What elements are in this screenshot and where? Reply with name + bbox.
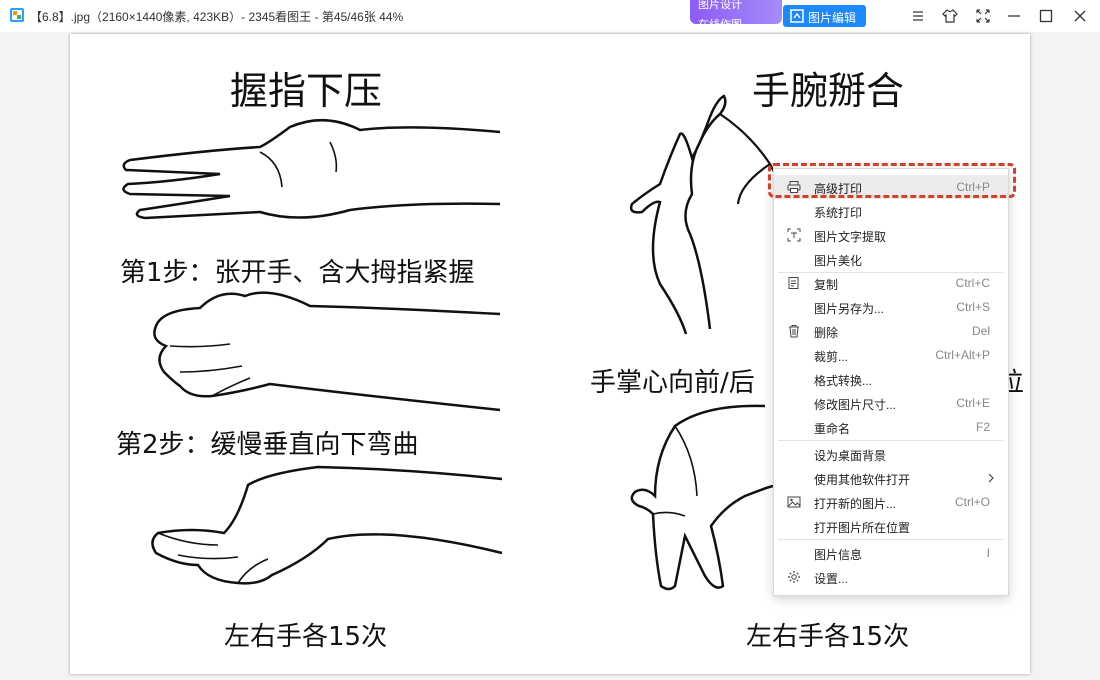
menu-item-system-print[interactable]: 系统打印 xyxy=(774,199,1008,223)
menu-separator xyxy=(778,539,1004,540)
menu-item-label: 打开图片所在位置 xyxy=(814,521,911,535)
app-logo-icon xyxy=(10,8,24,22)
menu-item-save-as[interactable]: 图片另存为... Ctrl+S xyxy=(774,295,1008,319)
menu-icon xyxy=(913,11,923,21)
menu-item-shortcut: I xyxy=(986,546,990,560)
copy-icon xyxy=(788,277,799,289)
menu-button[interactable] xyxy=(906,4,930,28)
menu-item-beautify[interactable]: 图片美化 xyxy=(774,247,1008,271)
context-menu: 高级打印 Ctrl+P 系统打印 图片文字提取 图片美化 复制 Ctrl+C 图… xyxy=(773,168,1009,596)
bent-wrist-illustration xyxy=(151,465,503,585)
menu-item-label: 格式转换... xyxy=(814,374,873,388)
menu-item-settings[interactable]: 设置... xyxy=(774,565,1008,589)
image-icon xyxy=(787,496,801,508)
menu-item-label: 图片文字提取 xyxy=(814,230,887,244)
open-hand-illustration xyxy=(122,118,501,220)
ocr-icon xyxy=(787,228,801,242)
menu-item-label: 修改图片尺寸... xyxy=(814,398,897,412)
menu-item-shortcut: Ctrl+Alt+P xyxy=(935,348,990,362)
image-edit-label: 图片编辑 xyxy=(808,11,857,25)
window-title: 【6.8】.jpg（2160×1440像素, 423KB）- 2345看图王 -… xyxy=(30,10,404,24)
promo-banner[interactable]: 图片设计 在线作图 xyxy=(690,0,782,24)
maximize-icon xyxy=(1039,9,1053,23)
menu-item-label: 设置... xyxy=(814,572,849,586)
right-repeat-caption: 左右手各15次 xyxy=(746,622,910,652)
menu-item-shortcut: F2 xyxy=(975,420,990,434)
menu-item-shortcut: Ctrl+O xyxy=(954,495,990,509)
menu-item-label: 复制 xyxy=(814,278,839,292)
menu-separator xyxy=(778,440,1004,441)
minimize-icon xyxy=(1008,15,1020,17)
right-caption-start: 手掌心向前/后 xyxy=(590,368,755,398)
menu-item-label: 打开新的图片... xyxy=(814,497,897,511)
maximize-button[interactable] xyxy=(1034,4,1058,28)
menu-item-convert-format[interactable]: 格式转换... xyxy=(774,367,1008,391)
step1-caption: 第1步：张开手、含大拇指紧握 xyxy=(120,258,475,288)
menu-item-label: 图片信息 xyxy=(814,548,863,562)
menu-item-open-location[interactable]: 打开图片所在位置 xyxy=(774,514,1008,538)
close-button[interactable] xyxy=(1068,4,1092,28)
menu-item-label: 删除 xyxy=(814,326,839,340)
chevron-right-icon xyxy=(988,473,994,483)
image-edit-button[interactable]: 图片编辑 xyxy=(783,5,866,27)
menu-item-resize[interactable]: 修改图片尺寸... Ctrl+E xyxy=(774,391,1008,415)
left-repeat-caption: 左右手各15次 xyxy=(224,622,388,652)
close-icon xyxy=(1074,10,1086,22)
minimize-button[interactable] xyxy=(1002,4,1026,28)
menu-item-open-new-image[interactable]: 打开新的图片... Ctrl+O xyxy=(774,490,1008,514)
menu-item-shortcut: Ctrl+E xyxy=(956,396,990,410)
menu-item-label: 重命名 xyxy=(814,422,851,436)
left-heading: 握指下压 xyxy=(230,69,383,113)
skin-button[interactable] xyxy=(938,4,962,28)
skin-icon xyxy=(942,9,958,23)
fist-illustration xyxy=(153,291,501,412)
menu-item-copy[interactable]: 复制 Ctrl+C xyxy=(774,271,1008,295)
menu-item-open-with[interactable]: 使用其他软件打开 xyxy=(774,466,1008,490)
menu-item-label: 使用其他软件打开 xyxy=(814,473,911,487)
title-bar: 【6.8】.jpg（2160×1440像素, 423KB）- 2345看图王 -… xyxy=(0,0,1100,32)
menu-item-label: 图片另存为... xyxy=(814,302,885,316)
menu-item-shortcut: Del xyxy=(971,324,990,338)
fullscreen-button[interactable] xyxy=(971,4,995,28)
fullscreen-icon xyxy=(976,9,990,23)
edit-frame-icon xyxy=(790,9,804,23)
wrist-stretch-down-illustration xyxy=(630,404,774,591)
menu-item-rename[interactable]: 重命名 F2 xyxy=(774,415,1008,439)
trash-icon xyxy=(789,325,799,338)
menu-item-ocr[interactable]: 图片文字提取 xyxy=(774,223,1008,247)
menu-item-set-wallpaper[interactable]: 设为桌面背景 xyxy=(774,442,1008,466)
gear-icon xyxy=(788,571,800,583)
highlight-annotation xyxy=(768,163,1016,198)
menu-item-label: 设为桌面背景 xyxy=(814,449,887,463)
menu-item-label: 图片美化 xyxy=(814,254,863,268)
menu-item-shortcut: Ctrl+C xyxy=(955,276,990,290)
menu-item-label: 裁剪... xyxy=(814,350,849,364)
menu-item-delete[interactable]: 删除 Del xyxy=(774,319,1008,343)
menu-item-label: 系统打印 xyxy=(814,206,863,220)
promo-label-top: 图片设计 xyxy=(698,0,742,11)
promo-label-bottom: 在线作图 xyxy=(698,16,742,24)
menu-item-crop[interactable]: 裁剪... Ctrl+Alt+P xyxy=(774,343,1008,367)
menu-item-shortcut: Ctrl+S xyxy=(956,300,990,314)
menu-item-image-info[interactable]: 图片信息 I xyxy=(774,541,1008,565)
